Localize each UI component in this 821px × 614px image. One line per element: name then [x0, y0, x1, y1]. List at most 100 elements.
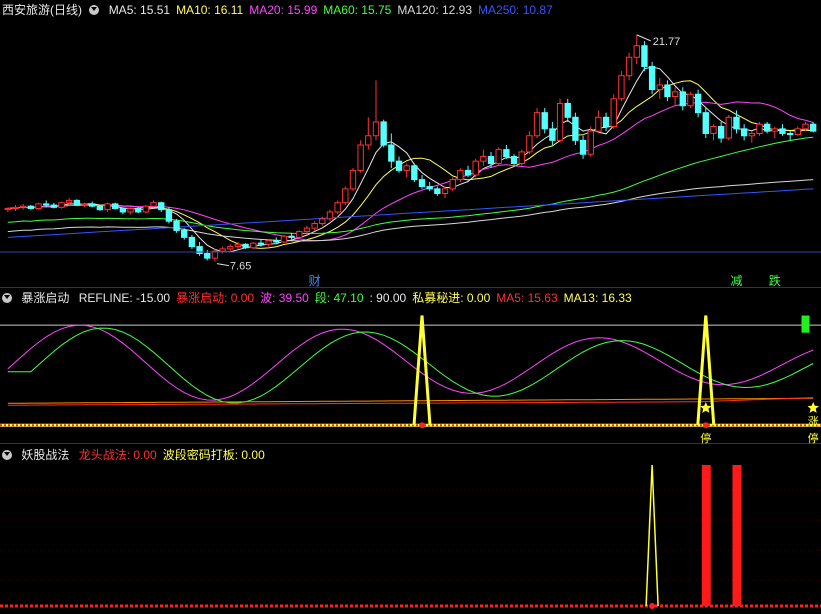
candle-body [42, 203, 50, 206]
candle-body [73, 199, 81, 206]
candle-body [618, 75, 625, 100]
high-annotation: 21.77 [653, 36, 681, 48]
candle-body [112, 203, 119, 210]
candle-body [181, 229, 188, 238]
candle-body [357, 144, 364, 171]
spike-mark [412, 315, 432, 426]
candle-body [786, 132, 794, 136]
candle-body [702, 112, 709, 134]
candle-body [104, 203, 111, 211]
candle-body [265, 240, 272, 245]
candle-body [58, 202, 65, 208]
event-marker: 财 [309, 274, 321, 288]
candle-body [572, 116, 579, 141]
candle-body [503, 149, 510, 158]
ma5-low-line [7, 397, 814, 404]
candle-body [694, 93, 702, 114]
candle-body [809, 123, 817, 132]
candle-body [771, 128, 779, 132]
candle-body [188, 236, 196, 248]
candle-body [257, 242, 265, 245]
candle-body [641, 45, 648, 67]
candle-body [671, 91, 679, 98]
candle-body [280, 235, 288, 243]
candle-body [288, 235, 295, 238]
spike-dot [649, 603, 656, 609]
candle-body [541, 112, 548, 130]
ma250-line [7, 188, 814, 238]
candle-body [426, 186, 433, 190]
spike-dot [419, 422, 426, 429]
candle-body [610, 98, 617, 128]
red-bar [701, 465, 711, 606]
candle-body [595, 116, 602, 132]
candle-body [50, 204, 58, 208]
candle-body [495, 149, 502, 164]
candle-body [411, 165, 418, 181]
candle-body [403, 165, 410, 171]
candle-body [664, 84, 671, 98]
candle-body [756, 123, 763, 134]
candle-body [150, 202, 157, 207]
candle-body [4, 208, 12, 211]
candle-body [579, 139, 587, 155]
candle-body [219, 248, 226, 252]
candle-body [717, 126, 725, 139]
candle-body [27, 205, 35, 209]
chart-canvas[interactable]: 21.777.65财减跌榜涨预停涨停涨停 [0, 0, 821, 614]
candle-body [380, 121, 387, 146]
candle-body [372, 121, 380, 137]
candle-body [66, 199, 73, 204]
candle-body [96, 205, 104, 211]
spike-dot [702, 422, 709, 429]
limit-up-label: 停 [808, 431, 819, 445]
candle-body [487, 156, 495, 164]
candle-body [779, 128, 786, 134]
candle-body [457, 169, 464, 181]
star-icon [807, 402, 819, 413]
candle-body [204, 253, 211, 259]
candle-body [510, 156, 518, 164]
candle-body [388, 144, 395, 162]
candle-body [794, 128, 802, 136]
candle-body [687, 93, 694, 107]
candle-body [556, 102, 564, 141]
event-marker: 减 [730, 274, 742, 288]
candle-body [303, 227, 311, 233]
candle-body [227, 246, 234, 250]
candle-body [35, 203, 42, 210]
candle-body [480, 156, 487, 162]
candle-body [679, 91, 686, 107]
limit-up-label: 停 [700, 431, 711, 445]
candle-body [802, 123, 809, 130]
candle-body [710, 126, 717, 134]
candle-body [326, 211, 334, 220]
candle-body [472, 160, 479, 176]
red-bar [732, 465, 742, 606]
candle-body [418, 179, 426, 188]
candle-body [464, 169, 472, 176]
candle-body [119, 208, 127, 213]
candle-body [319, 218, 326, 225]
candle-body [142, 205, 150, 213]
candle-body [587, 130, 594, 155]
candle-body [81, 203, 88, 206]
candle-body [395, 160, 403, 171]
ma60-line [7, 136, 814, 234]
candle-body [135, 208, 142, 213]
candle-body [273, 240, 280, 243]
candle-body [127, 208, 134, 213]
candle-body [549, 128, 556, 141]
candle-body [763, 123, 771, 132]
candle-body [12, 206, 19, 210]
candle-body [633, 45, 640, 58]
segment-line [7, 327, 814, 404]
candle-body [334, 202, 341, 213]
low-pointer [216, 263, 230, 267]
candle-body [296, 231, 303, 238]
green-bar [801, 315, 810, 333]
yellow-spike [645, 464, 659, 607]
candle-body [342, 188, 349, 204]
candle-body [449, 179, 456, 190]
candle-body [725, 116, 732, 139]
